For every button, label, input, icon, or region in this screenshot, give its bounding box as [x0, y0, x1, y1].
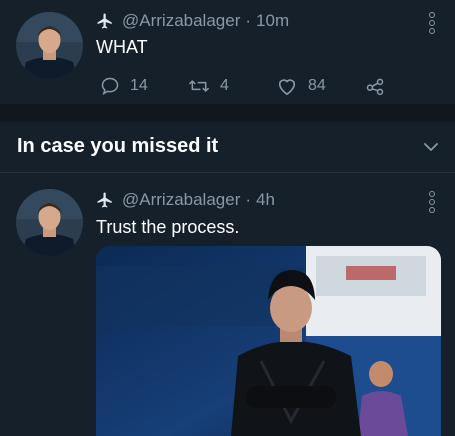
like-count: 84 [308, 77, 326, 94]
section-title: In case you missed it [17, 135, 219, 157]
more-options-icon[interactable] [429, 191, 435, 213]
timestamp[interactable]: 4h [256, 190, 275, 210]
share-button[interactable] [364, 73, 396, 99]
more-options-icon[interactable] [429, 12, 435, 34]
user-handle[interactable]: @Arrizabalager [122, 190, 240, 210]
tweet-media-image[interactable] [96, 246, 441, 436]
user-handle[interactable]: @Arrizabalager [122, 11, 240, 31]
tweet[interactable]: @Arrizabalager · 10m WHAT 14 4 84 [0, 0, 455, 105]
tweet-text: Trust the process. [96, 217, 240, 237]
tweet-actions: 14 4 84 [96, 73, 396, 99]
retweet-count: 4 [220, 77, 229, 94]
avatar[interactable] [16, 189, 83, 256]
heart-icon [278, 79, 296, 95]
retweet-button[interactable]: 4 [188, 73, 229, 99]
tweet-header: @Arrizabalager · 10m [96, 10, 289, 32]
reply-icon [101, 77, 119, 96]
avatar[interactable] [16, 12, 83, 79]
airplane-icon [96, 12, 114, 30]
tweet-text: WHAT [96, 37, 148, 57]
retweet-icon [189, 80, 209, 92]
separator-dot: · [245, 190, 252, 209]
tweet[interactable]: @Arrizabalager · 4h Trust the process. [0, 173, 455, 436]
timestamp[interactable]: 10m [256, 11, 289, 31]
airplane-icon [96, 191, 114, 209]
separator-dot: · [245, 11, 252, 30]
reply-count: 14 [130, 77, 148, 94]
section-divider [0, 104, 455, 122]
section-header[interactable]: In case you missed it [0, 122, 455, 173]
tweet-header: @Arrizabalager · 4h [96, 189, 275, 211]
chevron-down-icon[interactable] [423, 139, 439, 155]
like-button[interactable]: 84 [276, 73, 326, 99]
share-icon [366, 78, 384, 96]
reply-button[interactable]: 14 [100, 73, 148, 99]
